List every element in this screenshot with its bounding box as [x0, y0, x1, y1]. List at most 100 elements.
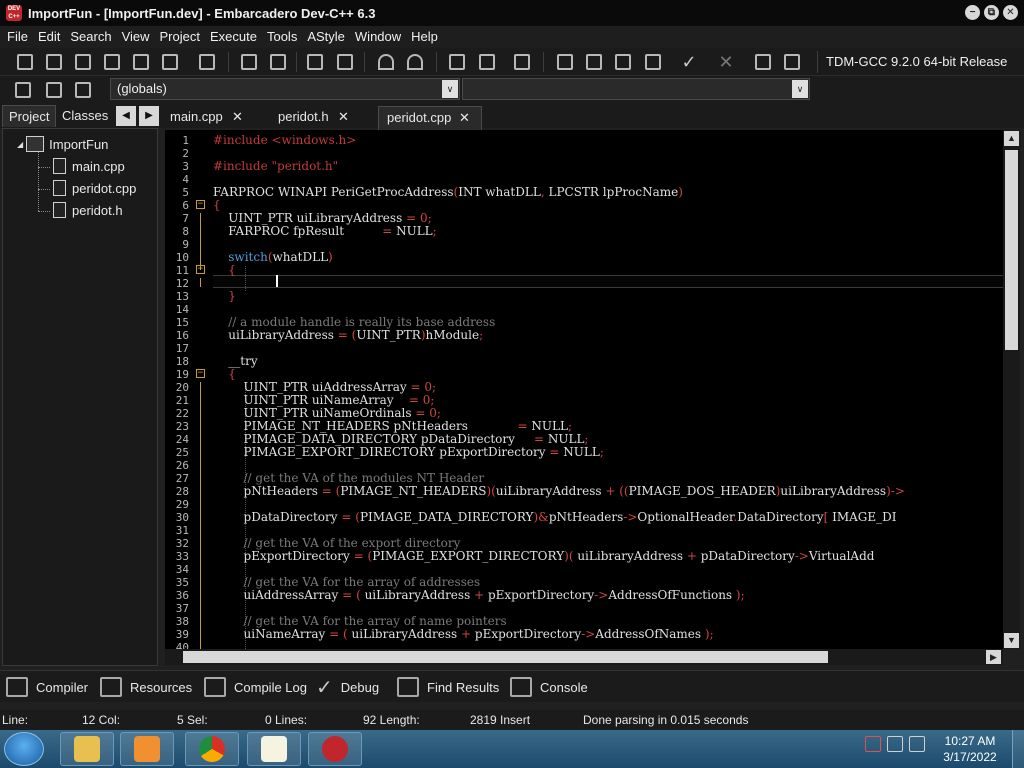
fold-marker-icon[interactable]: −	[196, 265, 205, 274]
close-tab-icon[interactable]: ✕	[338, 106, 349, 128]
code-line[interactable]: uiNameArray = ( uiLibraryAddress + pExpo…	[213, 628, 714, 641]
tab-find-results[interactable]: Find Results	[397, 675, 499, 699]
volume-icon[interactable]	[909, 736, 925, 752]
tab-compile-log[interactable]: Compile Log	[204, 675, 307, 699]
tab-prev-arrow-icon[interactable]: ◀	[116, 106, 136, 126]
stop-execution-button[interactable]: ✕	[715, 51, 737, 73]
menu-project[interactable]: Project	[155, 26, 205, 48]
tab-project[interactable]: Project	[2, 105, 57, 127]
compile-run-button[interactable]	[612, 51, 634, 73]
new-project-button[interactable]	[446, 51, 468, 73]
code-line[interactable]: pExportDirectory = (PIMAGE_EXPORT_DIRECT…	[213, 550, 875, 563]
code-line[interactable]: uiAddressArray = ( uiLibraryAddress + pE…	[213, 589, 745, 602]
unindent-button[interactable]	[334, 51, 356, 73]
collapse-arrow-icon[interactable]: ◢	[17, 140, 23, 149]
tab-compiler[interactable]: Compiler	[6, 675, 88, 699]
taskbar-media-player[interactable]	[120, 732, 174, 766]
redo-button[interactable]	[404, 51, 426, 73]
horizontal-scroll-thumb[interactable]	[183, 651, 828, 663]
code-line[interactable]: #include "peridot.h"	[213, 160, 338, 173]
close-button[interactable]: ✕	[1003, 5, 1018, 20]
editor-horizontal-scrollbar[interactable]: ▶	[165, 649, 1003, 665]
code-line[interactable]: FARPROC fpResult = NULL;	[213, 225, 436, 238]
run-button[interactable]	[583, 51, 605, 73]
taskbar-chrome[interactable]	[185, 732, 239, 766]
scroll-down-arrow-icon[interactable]: ▼	[1004, 633, 1019, 648]
compiler-set-select[interactable]: TDM-GCC 9.2.0 64-bit Release	[817, 51, 1017, 73]
find-button[interactable]	[238, 51, 260, 73]
menu-search[interactable]: Search	[65, 26, 116, 48]
function-select[interactable]: ∨	[462, 78, 810, 100]
tab-debug[interactable]: ✓ Debug	[316, 675, 379, 699]
undo-button[interactable]	[375, 51, 397, 73]
show-desktop-button[interactable]	[1012, 730, 1024, 768]
taskbar-file-explorer[interactable]	[60, 732, 114, 766]
close-all-button[interactable]	[159, 51, 181, 73]
goto-bookmark-button[interactable]	[72, 79, 94, 101]
profile-button[interactable]	[752, 51, 774, 73]
new-file-button[interactable]	[14, 51, 36, 73]
indent-button[interactable]	[304, 51, 326, 73]
chevron-down-icon[interactable]: ∨	[792, 80, 808, 98]
save-all-button[interactable]	[101, 51, 123, 73]
delete-profile-button[interactable]	[781, 51, 803, 73]
print-button[interactable]	[196, 51, 218, 73]
tree-file-main-cpp[interactable]: main.cpp	[53, 156, 125, 176]
menu-astyle[interactable]: AStyle	[302, 26, 350, 48]
menu-tools[interactable]: Tools	[262, 26, 302, 48]
code-editor[interactable]: 1 2 3 4 5 6 7 8 9 10 11 12 13 14 15 16 17 18 19 20 21 22 23 24 2…	[165, 130, 1003, 649]
close-file-button[interactable]	[130, 51, 152, 73]
syntax-check-button[interactable]: ✓	[678, 51, 700, 73]
tree-project-node[interactable]: ◢ ImportFun	[17, 134, 108, 154]
save-button[interactable]	[72, 51, 94, 73]
taskbar-devcpp[interactable]	[308, 732, 362, 766]
tab-main-cpp[interactable]: main.cpp ✕	[162, 106, 258, 130]
goto-line-button[interactable]	[12, 79, 34, 101]
close-tab-icon[interactable]: ✕	[459, 107, 470, 129]
chevron-down-icon[interactable]: ∨	[442, 80, 458, 98]
scroll-right-arrow-icon[interactable]: ▶	[986, 650, 1001, 664]
fold-marker-icon[interactable]: −	[196, 369, 205, 378]
project-options-button[interactable]	[476, 51, 498, 73]
fold-marker-icon[interactable]: −	[196, 200, 205, 209]
taskbar-clock[interactable]: 10:27 AM 3/17/2022	[935, 733, 1005, 765]
tab-classes[interactable]: Classes	[56, 105, 114, 127]
code-line[interactable]: }	[213, 290, 236, 303]
action-center-flag-icon[interactable]	[865, 736, 881, 752]
tab-console[interactable]: Console	[510, 675, 588, 699]
code-line[interactable]: {	[213, 264, 236, 277]
scope-select[interactable]: (globals) ∨	[110, 78, 460, 100]
close-tab-icon[interactable]: ✕	[232, 106, 243, 128]
restore-button[interactable]: ⧉	[984, 5, 999, 20]
code-line[interactable]: pDataDirectory = (PIMAGE_DATA_DIRECTORY)…	[213, 511, 897, 524]
bookmark-button[interactable]	[511, 51, 533, 73]
menu-view[interactable]: View	[117, 26, 155, 48]
start-button[interactable]	[4, 732, 44, 766]
code-line[interactable]: FARPROC WINAPI PeriGetProcAddress(INT wh…	[213, 186, 683, 199]
network-icon[interactable]	[887, 736, 903, 752]
menu-help[interactable]: Help	[406, 26, 443, 48]
code-line[interactable]: uiLibraryAddress = (UINT_PTR)hModule;	[213, 329, 483, 342]
menu-edit[interactable]: Edit	[33, 26, 65, 48]
code-line[interactable]: PIMAGE_EXPORT_DIRECTORY pExportDirectory…	[213, 446, 604, 459]
tab-resources[interactable]: Resources	[100, 675, 192, 699]
rebuild-all-button[interactable]	[642, 51, 664, 73]
editor-vertical-scrollbar[interactable]: ▲ ▼	[1003, 130, 1020, 649]
menu-window[interactable]: Window	[350, 26, 406, 48]
minimize-button[interactable]: −	[965, 5, 980, 20]
tab-peridot-cpp[interactable]: peridot.cpp ✕	[378, 106, 482, 130]
taskbar-notepad[interactable]	[247, 732, 301, 766]
replace-button[interactable]	[267, 51, 289, 73]
code-line[interactable]: #include <windows.h>	[213, 134, 356, 147]
menu-file[interactable]: File	[2, 26, 33, 48]
tab-next-arrow-icon[interactable]: ▶	[139, 106, 159, 126]
open-button[interactable]	[43, 51, 65, 73]
toggle-bookmark-button[interactable]	[43, 79, 65, 101]
compile-button[interactable]	[554, 51, 576, 73]
tree-file-peridot-cpp[interactable]: peridot.cpp	[53, 178, 136, 198]
vertical-scroll-thumb[interactable]	[1005, 150, 1018, 350]
code-line[interactable]: pNtHeaders = (PIMAGE_NT_HEADERS)(uiLibra…	[213, 485, 905, 498]
tree-file-peridot-h[interactable]: peridot.h	[53, 200, 123, 220]
scroll-up-arrow-icon[interactable]: ▲	[1004, 131, 1019, 146]
tab-peridot-h[interactable]: peridot.h ✕	[270, 106, 366, 130]
